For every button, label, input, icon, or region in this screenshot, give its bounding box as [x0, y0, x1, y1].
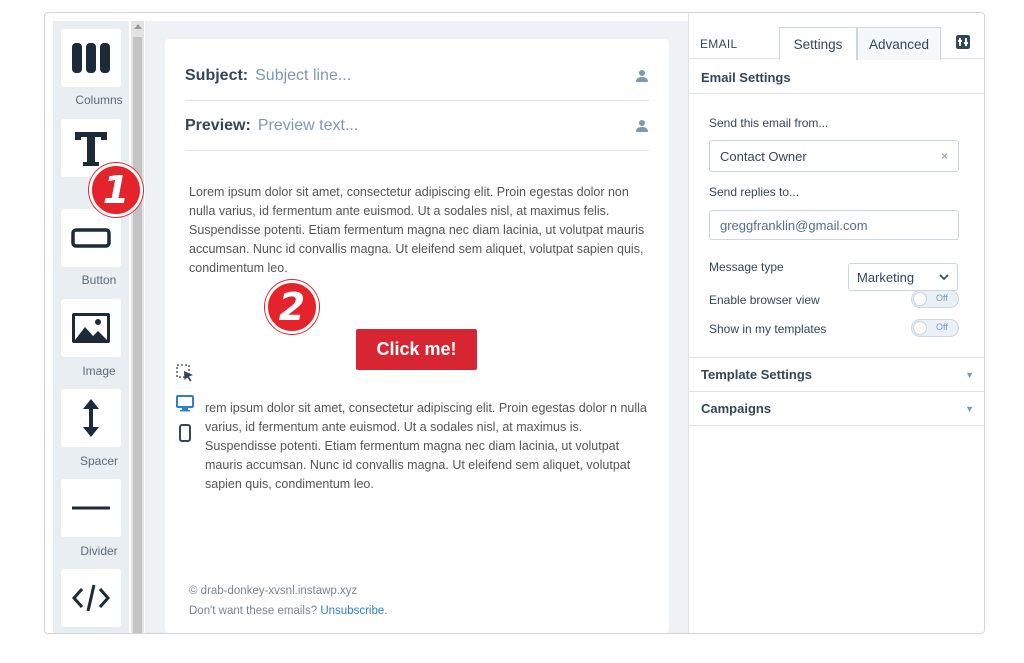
browser-view-toggle[interactable]: Off	[911, 290, 959, 308]
tab-email-label: EMAIL	[700, 37, 738, 51]
message-type-label: Message type	[709, 260, 784, 274]
block-palette: Columns Te Button Image Spacer Divider	[53, 21, 129, 633]
send-from-select[interactable]: Contact Owner ×	[709, 140, 959, 172]
code-icon	[71, 584, 111, 612]
caret-down-icon: ▼	[965, 403, 974, 414]
email-settings-title: Email Settings	[701, 70, 791, 85]
desktop-view-icon[interactable]	[175, 393, 195, 413]
message-type-select[interactable]: Marketing	[848, 263, 958, 291]
footer-unsub-text: Don't want these emails?	[189, 605, 321, 617]
personalize-icon[interactable]	[635, 119, 649, 133]
toggle-state: Off	[936, 322, 948, 332]
view-toolbar	[169, 351, 201, 461]
text-block-2[interactable]: rem ipsum dolor sit amet, consectetur ad…	[205, 399, 649, 494]
divider-icon	[72, 506, 110, 510]
block-label-columns: Columns	[75, 93, 123, 107]
block-button[interactable]	[61, 209, 121, 267]
campaigns-section[interactable]: Campaigns ▼	[689, 391, 984, 425]
template-settings-section[interactable]: Template Settings ▼	[689, 357, 984, 391]
block-label-divider: Divider	[80, 544, 118, 558]
personalize-icon[interactable]	[635, 69, 649, 83]
scroll-thumb[interactable]	[133, 37, 142, 633]
replies-value: greggfranklin@gmail.com	[720, 217, 868, 233]
block-label-image: Image	[82, 364, 116, 378]
send-from-value: Contact Owner	[720, 148, 807, 164]
text-block-1[interactable]: Lorem ipsum dolor sit amet, consectetur …	[189, 183, 649, 278]
browser-view-label: Enable browser view	[709, 293, 820, 307]
preview-input[interactable]: Preview text...	[258, 117, 635, 135]
toggle-knob	[913, 321, 927, 335]
subject-label: Subject:	[185, 66, 249, 84]
footer-copyright: © drab-donkey-xvsnl.instawp.xyz	[189, 585, 358, 597]
sliders-icon[interactable]	[956, 35, 970, 49]
block-label-spacer: Spacer	[79, 454, 119, 468]
preview-label: Preview:	[185, 116, 251, 134]
email-preview: Subject: Subject line... Preview: Previe…	[165, 39, 669, 633]
select-cursor-icon[interactable]	[175, 363, 195, 383]
divider	[689, 93, 984, 94]
cta-button[interactable]: Click me!	[356, 329, 477, 370]
subject-input[interactable]: Subject line...	[255, 67, 635, 85]
block-html[interactable]	[61, 569, 121, 627]
unsubscribe-link[interactable]: Unsubscribe.	[320, 605, 387, 617]
divider	[689, 425, 984, 426]
block-columns[interactable]	[61, 29, 121, 87]
columns-icon	[72, 43, 110, 73]
image-icon	[72, 313, 110, 343]
spacer-icon	[83, 399, 99, 437]
footer-unsubscribe-line: Don't want these emails? Unsubscribe.	[189, 605, 387, 617]
scroll-up-icon[interactable]	[134, 24, 142, 29]
block-label-button: Button	[81, 273, 117, 287]
toggle-state: Off	[936, 293, 948, 303]
replies-label: Send replies to...	[709, 185, 800, 199]
campaigns-title: Campaigns	[701, 401, 772, 416]
send-from-label: Send this email from...	[709, 116, 829, 130]
step-badge-1: 1	[89, 163, 143, 217]
panel-tabs: EMAIL Settings Advanced	[689, 27, 984, 60]
button-icon	[71, 228, 111, 248]
clear-icon[interactable]: ×	[941, 149, 948, 163]
template-settings-title: Template Settings	[701, 367, 813, 382]
tab-settings[interactable]: Settings	[779, 27, 857, 60]
text-icon	[75, 132, 107, 166]
block-spacer[interactable]	[61, 389, 121, 447]
block-divider[interactable]	[61, 479, 121, 537]
message-type-value: Marketing	[857, 269, 915, 285]
replies-input[interactable]: greggfranklin@gmail.com	[709, 210, 959, 240]
step-badge-2: 2	[265, 280, 319, 334]
toggle-knob	[913, 292, 927, 306]
tab-advanced[interactable]: Advanced	[857, 27, 941, 60]
templates-toggle[interactable]: Off	[911, 319, 959, 337]
subject-row[interactable]: Subject: Subject line...	[185, 51, 649, 101]
preview-row[interactable]: Preview: Preview text...	[185, 101, 649, 151]
chevron-down-icon	[939, 273, 949, 280]
editor-frame: Columns Te Button Image Spacer Divider	[44, 12, 985, 634]
templates-label: Show in my templates	[709, 322, 827, 336]
mobile-view-icon[interactable]	[175, 423, 195, 443]
settings-panel: EMAIL Settings Advanced Email Settings S…	[688, 13, 984, 633]
palette-scrollbar[interactable]	[131, 21, 144, 633]
block-image[interactable]	[61, 299, 121, 357]
caret-down-icon: ▼	[965, 369, 974, 380]
